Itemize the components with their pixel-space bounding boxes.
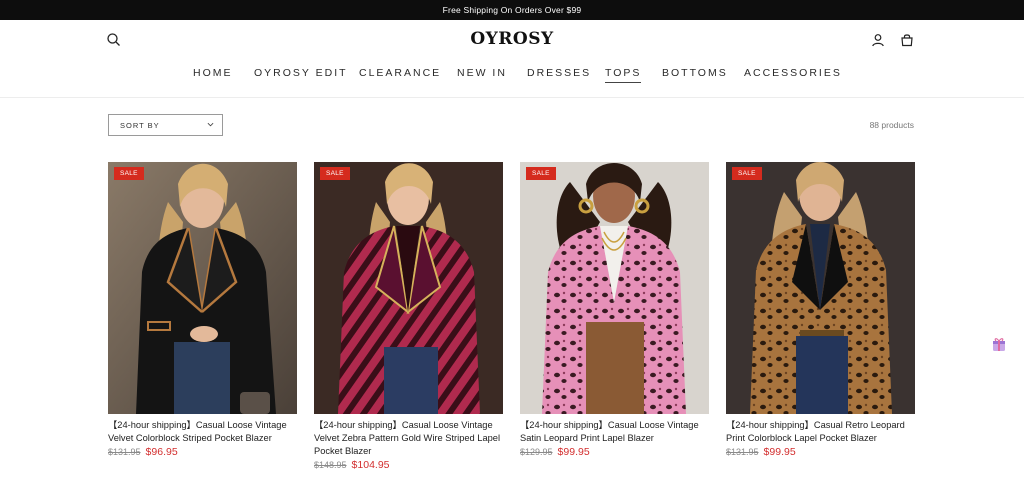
- product-card[interactable]: SALE 【24-hour shipping】Casual Retro Leop…: [726, 162, 915, 458]
- product-image[interactable]: SALE: [520, 162, 709, 414]
- nav-tops[interactable]: TOPS: [605, 67, 642, 83]
- product-count: 88 products: [869, 120, 914, 130]
- nav-clearance[interactable]: CLEARANCE: [359, 67, 441, 79]
- sort-by-dropdown[interactable]: SORT BY: [108, 114, 223, 136]
- sale-price: $96.95: [145, 446, 178, 458]
- sale-price: $99.95: [763, 446, 796, 458]
- rewards-gift-icon[interactable]: [992, 336, 1006, 352]
- product-image[interactable]: SALE: [726, 162, 915, 414]
- product-card[interactable]: SALE 【24-hour shipping】Casual Loose Vint…: [314, 162, 503, 471]
- product-image[interactable]: SALE: [108, 162, 297, 414]
- sort-by-label: SORT BY: [120, 120, 160, 130]
- product-title[interactable]: 【24-hour shipping】Casual Loose Vintage V…: [314, 419, 503, 458]
- account-icon[interactable]: [870, 32, 886, 48]
- bag-icon[interactable]: [899, 32, 915, 48]
- main-nav: HOME OYROSY EDIT CLEARANCE NEW IN DRESSE…: [0, 67, 1024, 85]
- product-image[interactable]: SALE: [314, 162, 503, 414]
- product-prices: $129.95 $99.95: [520, 446, 709, 458]
- nav-accessories[interactable]: ACCESSORIES: [744, 67, 842, 79]
- nav-oyrosy-edit[interactable]: OYROSY EDIT: [254, 67, 348, 79]
- site-header: OYROSY HOME OYROSY EDIT CLEARANCE NEW IN…: [0, 20, 1024, 98]
- original-price: $129.95: [520, 447, 553, 457]
- product-prices: $131.95 $99.95: [726, 446, 915, 458]
- sale-badge: SALE: [114, 167, 144, 180]
- product-title[interactable]: 【24-hour shipping】Casual Loose Vintage S…: [520, 419, 709, 445]
- product-prices: $148.95 $104.95: [314, 459, 503, 471]
- sale-badge: SALE: [526, 167, 556, 180]
- product-prices: $131.95 $96.95: [108, 446, 297, 458]
- original-price: $148.95: [314, 460, 347, 470]
- sale-badge: SALE: [732, 167, 762, 180]
- product-title[interactable]: 【24-hour shipping】Casual Retro Leopard P…: [726, 419, 915, 445]
- product-card[interactable]: SALE 【24-hour shipping】Casual Loose Vint…: [520, 162, 709, 458]
- announcement-bar: Free Shipping On Orders Over $99: [0, 0, 1024, 20]
- nav-home[interactable]: HOME: [193, 67, 233, 79]
- original-price: $131.95: [108, 447, 141, 457]
- sale-price: $99.95: [557, 446, 590, 458]
- nav-dresses[interactable]: DRESSES: [527, 67, 591, 79]
- sale-badge: SALE: [320, 167, 350, 180]
- announcement-text: Free Shipping On Orders Over $99: [442, 5, 582, 15]
- chevron-down-icon: [207, 122, 214, 127]
- product-card[interactable]: SALE 【24-hour shipping】Casual Loose Vint…: [108, 162, 297, 458]
- nav-bottoms[interactable]: BOTTOMS: [662, 67, 728, 79]
- sale-price: $104.95: [351, 459, 390, 471]
- product-title[interactable]: 【24-hour shipping】Casual Loose Vintage V…: [108, 419, 297, 445]
- original-price: $131.95: [726, 447, 759, 457]
- nav-new-in[interactable]: NEW IN: [457, 67, 507, 79]
